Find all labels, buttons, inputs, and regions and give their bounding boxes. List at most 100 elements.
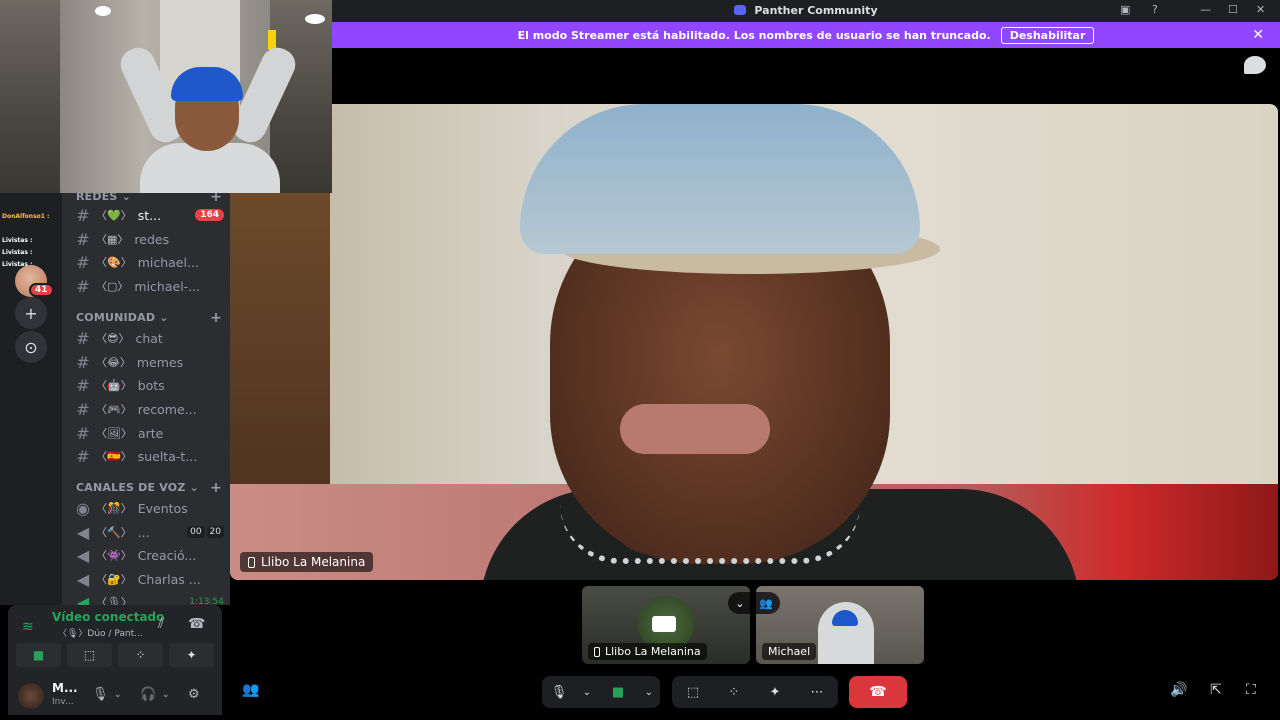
hash-icon: # [76, 252, 90, 272]
extra-controls: ⬚ ⁘ ✦ ⋯ [672, 676, 838, 708]
chevron-down-icon[interactable]: ⌄ [638, 676, 660, 708]
camera-button[interactable]: ■ [598, 676, 638, 708]
window-title: Panther Community [332, 4, 1280, 17]
inbox-icon[interactable]: ▣ [1120, 3, 1130, 16]
help-icon[interactable]: ? [1152, 3, 1158, 16]
disconnect-icon[interactable]: ☎ [188, 616, 205, 632]
soundboard-button[interactable]: ✦ [169, 643, 214, 667]
discover-button[interactable]: ⊙ [15, 331, 47, 363]
tile-label: Michael [762, 643, 817, 660]
channel-name: redes [134, 231, 170, 247]
category-redes[interactable]: REDES ⌄ + [76, 193, 222, 205]
signal-icon[interactable]: ≋ [22, 619, 34, 635]
more-options-button[interactable]: ⋯ [796, 676, 838, 708]
add-channel-icon[interactable]: + [210, 480, 222, 496]
headphones-icon[interactable]: 🎧 [140, 687, 156, 702]
participant-name: Llibo La Melanina [261, 555, 366, 569]
channel-charlas[interactable]: ◀ 〈🔐〉 Charlas ... [70, 568, 224, 590]
minimize-icon[interactable]: — [1200, 3, 1211, 16]
maximize-icon[interactable]: ☐ [1228, 3, 1238, 16]
chevron-down-icon: ⌄ [735, 596, 745, 610]
chat-line: Livistas : [2, 237, 33, 244]
category-voz[interactable]: CANALES DE VOZ ⌄ + [76, 480, 222, 496]
stream-chat-overlay: DonAlfonso1 : Livistas : Livistas : Livi… [0, 193, 62, 273]
invite-people-icon[interactable]: 👥 [242, 682, 259, 698]
screenshare-button[interactable]: ⬚ [67, 643, 112, 667]
channel-recomendaciones[interactable]: # 〈🎮〉 recome... [70, 398, 224, 420]
add-channel-icon[interactable]: + [210, 310, 222, 326]
user-avatar[interactable] [18, 683, 44, 709]
screenshare-button[interactable]: ⬚ [672, 676, 714, 708]
category-comunidad[interactable]: COMUNIDAD ⌄ + [76, 310, 222, 326]
microphone-icon[interactable]: 🎙 [92, 687, 109, 702]
camera-button[interactable]: ■ [16, 643, 61, 667]
voice-status: Vídeo conectado [52, 610, 165, 624]
hash-icon: # [76, 205, 90, 225]
chevron-down-icon[interactable]: ⌄ [576, 676, 598, 708]
activities-button[interactable]: ⁘ [118, 643, 163, 667]
user-name[interactable]: M... [52, 681, 78, 695]
channel-michael-2[interactable]: # 〈▢〉 michael-... [70, 275, 224, 297]
video-camera-icon [652, 616, 676, 632]
tile-label: Llibo La Melanina [588, 643, 707, 660]
category-label: CANALES DE VOZ [76, 481, 186, 494]
activities-button[interactable]: ⁘ [714, 676, 754, 708]
popout-icon[interactable]: ⇱ [1210, 682, 1222, 698]
hash-icon: # [76, 446, 90, 466]
chat-line: DonAlfonso1 : [2, 213, 50, 220]
chat-icon[interactable] [1244, 56, 1266, 74]
channel-michael-art[interactable]: # 〈🎨〉 michael... [70, 251, 224, 273]
noise-suppression-icon[interactable]: ⫽ [158, 616, 164, 632]
video-background [230, 184, 330, 504]
channel-name: recome... [137, 401, 197, 417]
microphone-button[interactable]: 🎙 [542, 676, 576, 708]
user-count-current: 00 [187, 526, 205, 538]
channel-voice-1[interactable]: ◀ 〈🔨〉 ... 00 20 [70, 521, 224, 543]
participant-name: Llibo La Melanina [605, 645, 701, 658]
video-subject [560, 504, 860, 564]
main-video[interactable]: Llibo La Melanina [230, 104, 1278, 580]
disable-streamer-button[interactable]: Deshabilitar [1000, 26, 1095, 44]
channel-creacion[interactable]: ◀ 〈👾〉 Creació... [70, 544, 224, 566]
fullscreen-icon[interactable]: ⛶ [1246, 682, 1256, 698]
channel-name: arte [137, 425, 164, 441]
channel-chat[interactable]: # 〈😎〉 chat [70, 327, 224, 349]
volume-icon[interactable]: 🔊 [1170, 682, 1187, 698]
participant-name: Michael [768, 645, 811, 658]
add-channel-icon[interactable]: + [210, 193, 222, 205]
participant-tile[interactable]: Llibo La Melanina [582, 586, 750, 664]
hash-icon: # [76, 375, 90, 395]
channel-name: michael... [137, 254, 199, 270]
main-video-nametag: Llibo La Melanina [240, 552, 374, 572]
channel-arte[interactable]: # 〈🖼〉 arte [70, 422, 224, 444]
voice-channel-link[interactable]: 〈🎙〉Dúo / Pant... [58, 626, 143, 639]
channel-emoji: 〈🎙〉 [96, 596, 132, 605]
chevron-down-icon[interactable]: ⌄ [162, 690, 170, 700]
user-status: Inv... [52, 697, 74, 707]
participant-tile[interactable]: Michael [756, 586, 924, 664]
banner-text: El modo Streamer está habilitado. Los no… [517, 28, 991, 42]
mobile-icon [594, 646, 600, 657]
channel-emoji: 〈😂〉 [96, 356, 131, 369]
close-icon[interactable]: ✕ [1252, 27, 1264, 43]
channel-eventos[interactable]: ◉ 〈🎊〉 Eventos [70, 497, 224, 519]
channel-suelta[interactable]: # 〈🇪🇸〉 suelta-t... [70, 445, 224, 467]
hash-icon: # [76, 352, 90, 372]
channel-bots[interactable]: # 〈🤖〉 bots [70, 374, 224, 396]
gear-icon[interactable]: ⚙ [188, 687, 200, 702]
server-logo-icon [734, 5, 747, 15]
channel-memes[interactable]: # 〈😂〉 memes [70, 351, 224, 373]
user-count: 00 20 [187, 526, 224, 538]
participants-toggle[interactable]: ⌄ 👥 [728, 592, 780, 614]
video-subject [620, 404, 770, 454]
leave-call-button[interactable]: ☎ [849, 676, 907, 708]
streamer-mode-banner: El modo Streamer está habilitado. Los no… [332, 22, 1280, 48]
channel-duo[interactable]: ◀ 〈🎙〉 1:13:54 [70, 591, 224, 606]
mention-badge: 164 [195, 209, 224, 221]
close-icon[interactable]: ✕ [1256, 3, 1265, 16]
add-server-button[interactable]: + [15, 297, 47, 329]
soundboard-button[interactable]: ✦ [754, 676, 796, 708]
chevron-down-icon[interactable]: ⌄ [114, 690, 122, 700]
channel-st[interactable]: # 〈💚〉 st... 164 [70, 204, 224, 226]
channel-redes[interactable]: # 〈▦〉 redes [70, 228, 224, 250]
